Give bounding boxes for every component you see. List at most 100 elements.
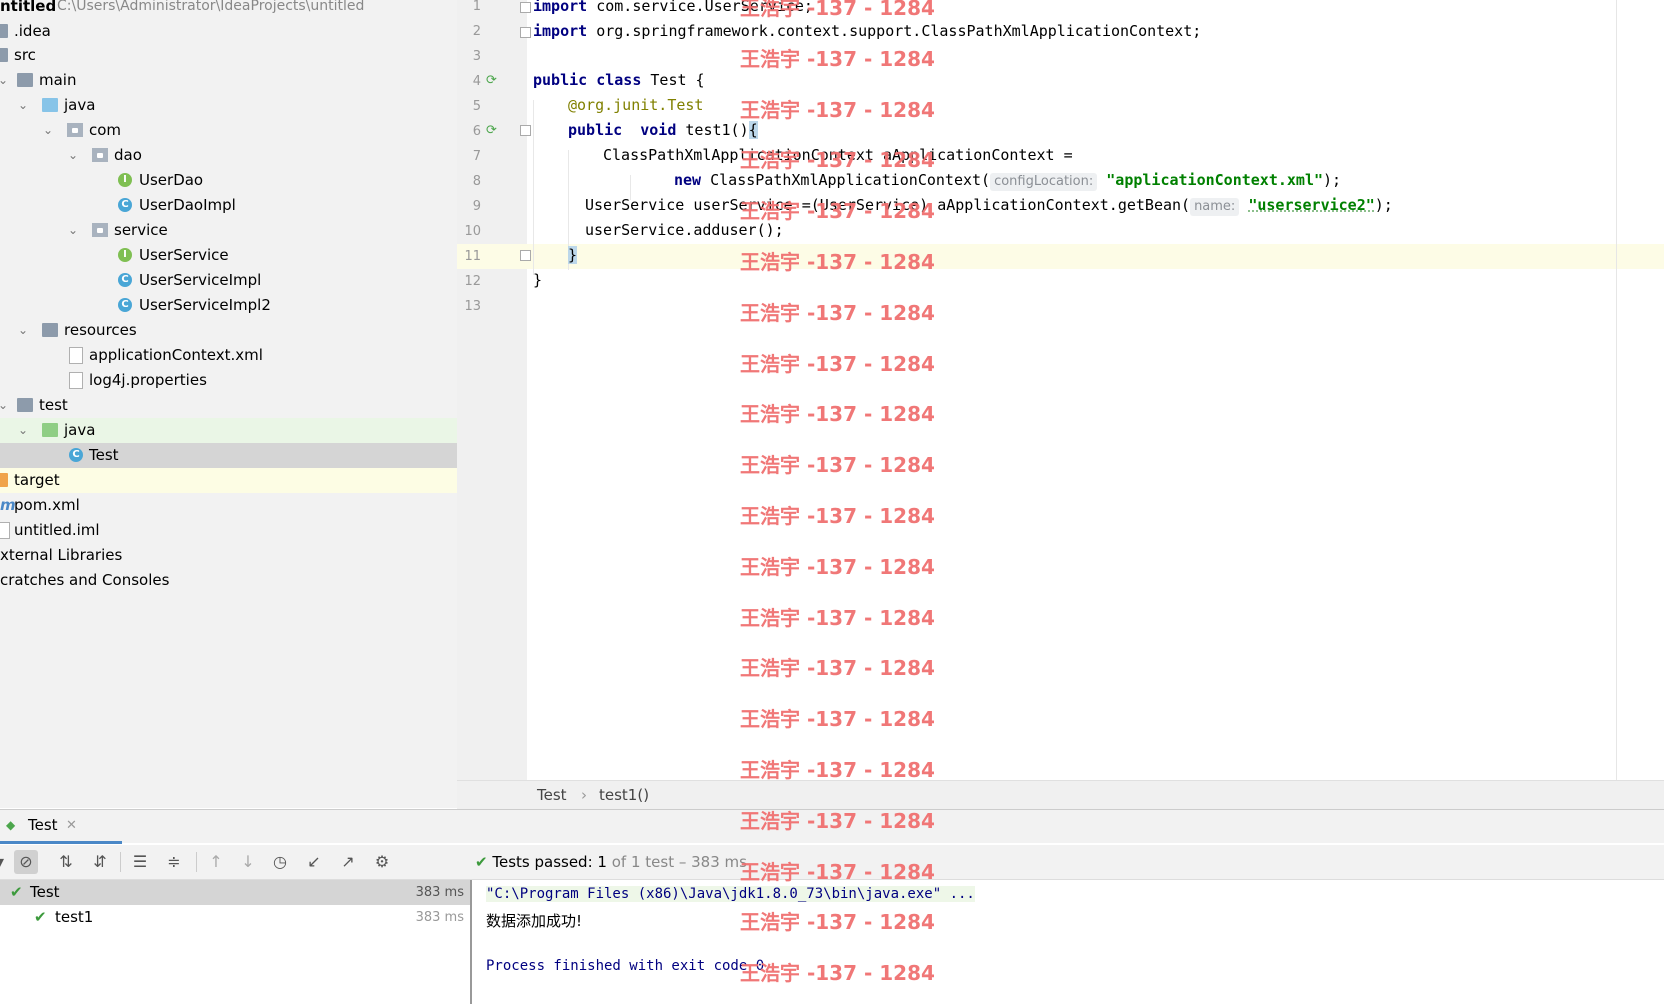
code-line-5: @org.junit.Test <box>568 93 703 118</box>
next-failed-icon[interactable]: ↓ <box>236 850 260 874</box>
test-name: test1 <box>55 908 94 926</box>
tree-item-label: UserDao <box>139 171 204 189</box>
tree-item-resources[interactable]: ⌄ resources <box>0 318 457 343</box>
tree-item-label: Test <box>89 446 119 464</box>
annotation: @org.junit. <box>568 96 668 114</box>
package-icon <box>67 123 83 137</box>
chevron-down-icon[interactable]: ⌄ <box>16 93 30 118</box>
fold-marker-icon[interactable] <box>520 250 531 261</box>
keyword: import <box>533 22 588 40</box>
stop-icon[interactable]: ⊘ <box>14 850 38 874</box>
module-file-icon <box>0 522 10 539</box>
fold-marker-icon[interactable] <box>520 2 531 13</box>
matched-brace: { <box>748 121 758 139</box>
class-icon: C <box>118 198 132 212</box>
tree-item-target[interactable]: target <box>0 468 457 493</box>
properties-file-icon <box>69 372 83 389</box>
fold-marker-icon[interactable] <box>520 27 531 38</box>
tree-item-service[interactable]: ⌄ service <box>0 218 457 243</box>
test-result-row[interactable]: ✔ Test 383 ms <box>0 880 470 905</box>
tree-item-userservice[interactable]: I UserService <box>0 243 457 268</box>
chevron-down-icon[interactable]: ▾ <box>0 850 12 874</box>
tree-item-pom-xml[interactable]: m pom.xml <box>0 493 457 518</box>
line-number: 1 <box>472 0 481 14</box>
console-output[interactable]: "C:\Program Files (x86)\Java\jdk1.8.0_73… <box>472 880 1664 1004</box>
tree-item-userserviceimpl2[interactable]: C UserServiceImpl2 <box>0 293 457 318</box>
sort-alpha-icon[interactable]: ⇅ <box>54 850 78 874</box>
tree-item-label: UserService <box>139 246 229 264</box>
tree-item-userdaoimpl[interactable]: C UserDaoImpl <box>0 193 457 218</box>
tab-run-test[interactable]: ◆ Test ✕ <box>0 810 122 844</box>
line-number: 13 <box>464 299 481 314</box>
run-test-icon[interactable]: ⟳ <box>486 74 500 88</box>
tree-item-scratches[interactable]: cratches and Consoles <box>0 568 457 593</box>
fold-marker-icon[interactable] <box>520 125 531 136</box>
tests-passed-count: 1 <box>597 853 607 871</box>
tree-item-com[interactable]: ⌄ com <box>0 118 457 143</box>
tree-item-log4j-properties[interactable]: log4j.properties <box>0 368 457 393</box>
folder-icon <box>0 24 8 38</box>
tree-item-project-root[interactable]: ntitled C:\Users\Administrator\IdeaProje… <box>0 0 457 19</box>
tree-item-test-class[interactable]: C Test <box>0 443 457 468</box>
tree-item-userserviceimpl[interactable]: C UserServiceImpl <box>0 268 457 293</box>
chevron-down-icon[interactable]: ⌄ <box>41 118 55 143</box>
import-tests-icon[interactable]: ↙ <box>302 850 326 874</box>
keyword: import <box>533 0 588 15</box>
expand-all-icon[interactable]: ☰ <box>128 850 152 874</box>
tab-label: Test <box>28 816 58 834</box>
line-number: 12 <box>464 274 481 289</box>
breadcrumb-class[interactable]: Test <box>537 781 567 809</box>
chevron-down-icon[interactable]: ⌄ <box>0 393 10 418</box>
breadcrumb-method[interactable]: test1() <box>599 781 649 809</box>
history-icon[interactable]: ◷ <box>268 850 292 874</box>
chevron-down-icon[interactable]: ⌄ <box>66 143 80 168</box>
code-text: ); <box>1374 196 1393 214</box>
check-icon: ✔ <box>34 908 47 926</box>
tree-item-userdao[interactable]: I UserDao <box>0 168 457 193</box>
tree-item-label: resources <box>64 321 137 339</box>
collapse-all-icon[interactable]: ≑ <box>162 850 186 874</box>
test-result-row[interactable]: ✔ test1 383 ms <box>0 905 470 930</box>
tree-item-applicationcontext-xml[interactable]: applicationContext.xml <box>0 343 457 368</box>
keyword: new <box>674 171 702 189</box>
code-text: com.service.UserService; <box>587 0 813 15</box>
tree-item-label: .idea <box>14 22 51 40</box>
code-line-1: import com.service.UserService; <box>533 0 813 19</box>
tree-item-label: com <box>89 121 122 139</box>
tree-item-label: dao <box>114 146 142 164</box>
folder-icon <box>0 48 8 62</box>
tree-item-main[interactable]: ⌄ main <box>0 68 457 93</box>
previous-failed-icon[interactable]: ↑ <box>204 850 228 874</box>
test-results-tree: ✔ Test 383 ms ✔ test1 383 ms <box>0 880 472 1004</box>
project-tool-window: ntitled C:\Users\Administrator\IdeaProje… <box>0 0 457 808</box>
tree-item-java-test[interactable]: ⌄ java <box>0 418 457 443</box>
line-number: 9 <box>472 199 481 214</box>
chevron-down-icon[interactable]: ⌄ <box>0 68 10 93</box>
project-root-name: ntitled <box>0 0 57 15</box>
test-duration: 383 ms <box>415 885 464 900</box>
tree-item-label: main <box>39 71 77 89</box>
current-line-highlight <box>457 244 1664 269</box>
toolbar-separator <box>196 852 197 872</box>
tree-item-untitled-iml[interactable]: untitled.iml <box>0 518 457 543</box>
chevron-down-icon[interactable]: ⌄ <box>16 318 30 343</box>
chevron-down-icon[interactable]: ⌄ <box>66 218 80 243</box>
tree-item-dao[interactable]: ⌄ dao <box>0 143 457 168</box>
tree-item-idea[interactable]: .idea <box>0 19 457 44</box>
code-text: ClassPathXmlApplicationContext( <box>701 171 991 189</box>
breadcrumb: Test › test1() <box>457 780 1664 809</box>
export-tests-icon[interactable]: ↗ <box>336 850 360 874</box>
console-command-line: "C:\Program Files (x86)\Java\jdk1.8.0_73… <box>486 886 975 902</box>
tree-item-external-libraries[interactable]: xternal Libraries <box>0 543 457 568</box>
run-test-icon[interactable]: ⟳ <box>486 124 500 138</box>
code-line-2: import org.springframework.context.suppo… <box>533 19 1201 44</box>
chevron-down-icon[interactable]: ⌄ <box>16 418 30 443</box>
close-icon[interactable]: ✕ <box>66 810 77 841</box>
tree-item-src[interactable]: src <box>0 43 457 68</box>
tree-item-java-main[interactable]: ⌄ java <box>0 93 457 118</box>
tree-item-test[interactable]: ⌄ test <box>0 393 457 418</box>
tree-item-label: target <box>14 471 60 489</box>
code-text: userService.adduser(); <box>585 221 784 239</box>
gear-icon[interactable]: ⚙ <box>370 850 394 874</box>
sort-duration-icon[interactable]: ⇵ <box>88 850 112 874</box>
